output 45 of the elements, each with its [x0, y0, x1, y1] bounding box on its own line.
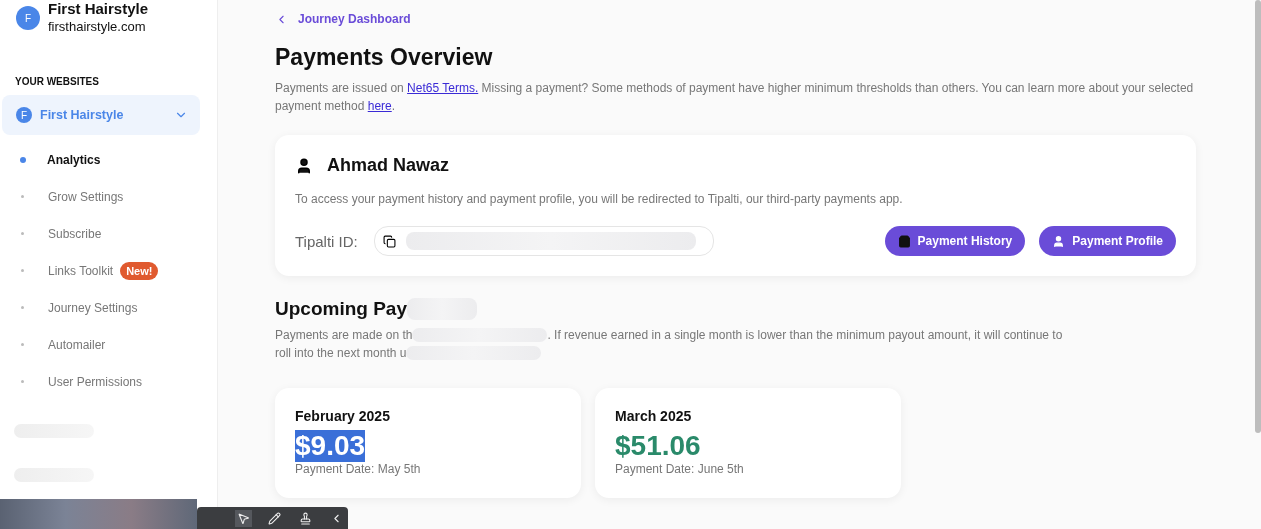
website-avatar: F: [16, 107, 32, 123]
website-selector[interactable]: F First Hairstyle: [2, 95, 200, 135]
id-label: Tipalti ID:: [295, 232, 358, 250]
user-icon: [295, 156, 313, 175]
nav-item[interactable]: Links Toolkit: [48, 263, 114, 278]
nav-item[interactable]: Subscribe: [48, 226, 102, 241]
text-link[interactable]: Net65 Terms.: [407, 81, 479, 95]
scrollbar[interactable]: [1255, 0, 1261, 433]
paragraph-text: Payments are made on th: [275, 327, 413, 344]
bag-icon: [897, 234, 911, 248]
intro-paragraph: Payments are issued on Net65 Terms. Missing a payment? Some methods of payment have higher minimum thresholds than others. You can learn more about your selected payment method here.: [275, 80, 1195, 115]
section-label: YOUR WEBSITES: [15, 76, 100, 87]
pointer-icon: [237, 511, 250, 525]
payment-amount: $51.06: [615, 430, 701, 462]
id-field[interactable]: [373, 226, 714, 256]
copy-icon: [382, 234, 396, 248]
month-title: March 2025: [615, 408, 693, 424]
toolbar-button[interactable]: [235, 509, 252, 527]
account-name: Ahmad Nawaz: [327, 155, 450, 176]
payment-date: Payment Date: June 5th: [615, 462, 745, 476]
text-link[interactable]: here: [367, 99, 392, 113]
nav-item[interactable]: Automailer: [48, 337, 106, 352]
pencil-icon: [268, 511, 281, 525]
payment-amount: $9.03: [295, 430, 366, 462]
nav-item[interactable]: Analytics: [47, 152, 101, 167]
payment-date: Payment Date: May 5th: [295, 462, 422, 476]
nav-item[interactable]: User Permissions: [48, 374, 143, 389]
paragraph-text: . If revenue earned in a single month is lower than the minimum payout amount, it will continue to: [547, 327, 1063, 344]
nav-item[interactable]: Journey Settings: [48, 300, 138, 315]
toolbar-button[interactable]: [266, 509, 283, 527]
paragraph-text: roll into the next month u: [275, 345, 407, 362]
payment-button[interactable]: Payment Profile: [1039, 226, 1176, 256]
section-title: Upcoming Pay: [275, 298, 407, 320]
back-link[interactable]: Journey Dashboard: [275, 10, 1196, 28]
payment-button[interactable]: Payment History: [884, 226, 1026, 256]
page-title: Payments Overview: [275, 44, 494, 71]
stamp-icon: [299, 511, 312, 525]
new-badge: New!: [120, 261, 159, 280]
account-description: To access your payment history and payment profile, you will be redirected to Tipalti, our third-party payments app.: [295, 191, 904, 208]
user-icon: [1052, 234, 1066, 248]
month-title: February 2025: [295, 408, 391, 424]
site-name: First Hairstyle: [48, 0, 149, 18]
site-avatar: F: [16, 6, 40, 30]
site-domain: firsthairstyle.com: [48, 18, 147, 36]
nav-item[interactable]: Grow Settings: [48, 189, 124, 204]
